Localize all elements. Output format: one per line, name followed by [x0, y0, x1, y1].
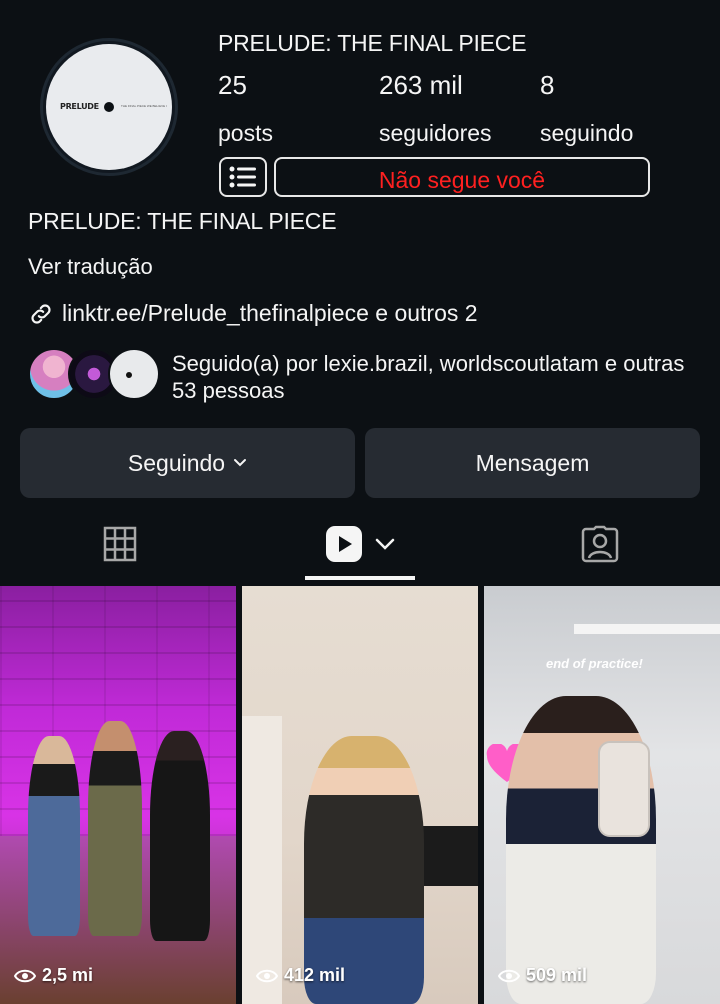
bio-link-text[interactable]: linktr.ee/Prelude_thefinalpiece e outros… [62, 300, 478, 327]
avatar-label: PRELUDE [60, 102, 99, 111]
phone [598, 741, 650, 837]
reel-views: 412 mil [284, 965, 346, 985]
reels-grid: 2,5 mi 412 mil end of practice! 509 mil [0, 586, 720, 1004]
following-button-label: Seguindo [127, 449, 226, 476]
posts-count: 25 [218, 70, 247, 100]
mutual-avatar [108, 348, 160, 400]
followers-count: 263 mil [379, 70, 463, 100]
profile-name: PRELUDE: THE FINAL PIECE [218, 30, 527, 56]
following-count: 8 [540, 70, 555, 100]
dancer-figure [150, 731, 210, 941]
list-menu-button[interactable] [219, 157, 267, 197]
ceiling-light [574, 624, 720, 634]
profile-tabs [0, 508, 720, 580]
record-hole [104, 102, 114, 112]
followed-by-row[interactable]: Seguido(a) por lexie.brazil, worldscoutl… [28, 348, 712, 404]
avatar-record-disc: PRELUDE THE FINAL PIECE WE BELIEVE IN [46, 44, 172, 170]
chevron-down-icon [375, 538, 395, 550]
reel-overlay-text: end of practice! [546, 656, 643, 671]
list-icon [229, 166, 256, 188]
reel-thumbnail[interactable]: 2,5 mi [0, 586, 236, 1004]
reel-view-count: 2,5 mi [14, 965, 93, 986]
tagged-icon [581, 525, 619, 563]
posts-label: posts [218, 120, 273, 146]
following-stat[interactable]: 8 seguindo [540, 70, 633, 147]
followed-by-text: Seguido(a) por lexie.brazil, worldscoutl… [172, 351, 685, 403]
avatar-small-text: THE FINAL PIECE WE BELIEVE IN [121, 104, 167, 108]
tab-posts-grid[interactable] [60, 508, 180, 580]
bio-link-row[interactable]: linktr.ee/Prelude_thefinalpiece e outros… [28, 300, 478, 327]
reel-thumbnail[interactable]: 412 mil [242, 586, 478, 1004]
followers-label: seguidores [379, 120, 492, 146]
not-following-you-badge: Não segue você [274, 157, 650, 197]
message-button[interactable]: Mensagem [365, 428, 700, 498]
reel-thumbnail[interactable]: end of practice! 509 mil [484, 586, 720, 1004]
tab-reels[interactable] [305, 508, 415, 580]
dancer-figure [88, 721, 142, 936]
chevron-down-icon [234, 459, 247, 467]
eye-icon [498, 969, 520, 982]
following-button[interactable]: Seguindo [20, 428, 355, 498]
bio-name: PRELUDE: THE FINAL PIECE [28, 208, 337, 234]
followers-stat[interactable]: 263 mil seguidores [379, 70, 492, 147]
tab-tagged[interactable] [540, 508, 660, 580]
door [242, 716, 282, 1004]
grid-icon [103, 526, 137, 562]
see-translation-link[interactable]: Ver tradução [28, 254, 153, 280]
link-icon [31, 303, 51, 324]
person-figure [304, 736, 424, 1004]
posts-stat[interactable]: 25 posts [218, 70, 273, 147]
reel-views: 2,5 mi [42, 965, 94, 985]
reel-view-count: 509 mil [498, 965, 587, 986]
profile-avatar[interactable]: PRELUDE THE FINAL PIECE WE BELIEVE IN [40, 38, 178, 176]
mutual-avatars [28, 348, 162, 402]
eye-icon [256, 969, 278, 982]
reels-icon [326, 526, 362, 562]
reel-views: 509 mil [526, 965, 588, 985]
following-label: seguindo [540, 120, 634, 146]
reel-view-count: 412 mil [256, 965, 345, 986]
dancer-figure [28, 736, 80, 936]
eye-icon [14, 969, 36, 982]
active-tab-indicator [305, 576, 415, 580]
